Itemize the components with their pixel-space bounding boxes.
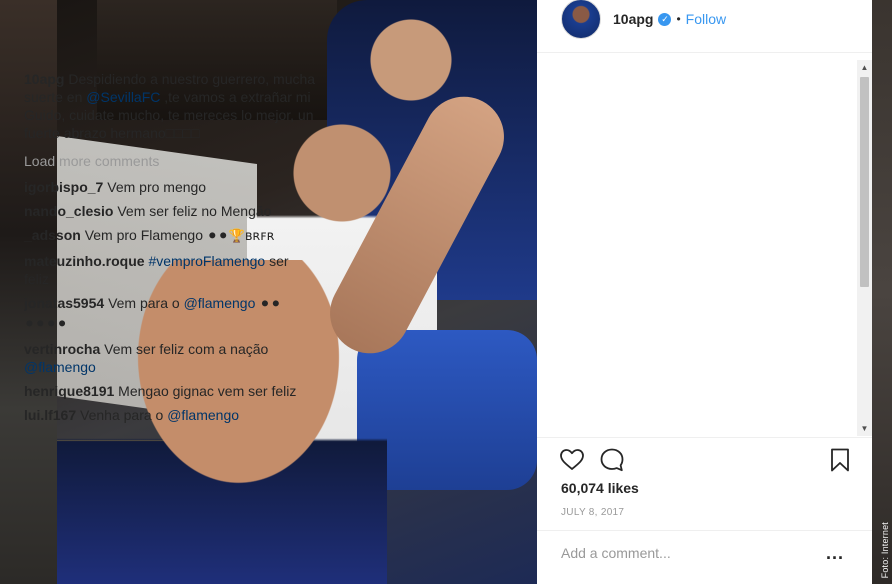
- comment-item: lui.lf167 Venha para o @flamengo: [24, 406, 316, 424]
- scroll-down-arrow-icon[interactable]: ▼: [857, 421, 872, 436]
- comment-item: mateuzinho.roque #vemproFlamengo ser fel…: [24, 252, 316, 288]
- heart-icon[interactable]: [558, 446, 586, 474]
- scroll-up-arrow-icon[interactable]: ▲: [857, 60, 872, 75]
- comments-scrollbar[interactable]: ▲ ▼: [857, 60, 872, 436]
- comment-mention[interactable]: @flamengo: [24, 359, 96, 375]
- follow-button[interactable]: Follow: [686, 11, 726, 27]
- comment-username[interactable]: henrique8191: [24, 383, 114, 399]
- comment-username[interactable]: jonatas5954: [24, 295, 104, 311]
- more-options-button[interactable]: ...: [826, 543, 844, 564]
- comment-username[interactable]: vertinrocha: [24, 341, 100, 357]
- comment-text: Vem ser feliz com a nação: [104, 341, 269, 357]
- comment-text: Venha para o: [80, 407, 168, 423]
- comment-mention[interactable]: @flamengo: [184, 295, 256, 311]
- header-divider: [537, 52, 872, 53]
- comment-text: Vem ser feliz no Mengão: [117, 203, 272, 219]
- comment-item: nando_clesio Vem ser feliz no Mengão: [24, 202, 316, 220]
- scrollbar-thumb[interactable]: [860, 77, 869, 287]
- header-dot-separator: •: [676, 12, 681, 26]
- likes-count[interactable]: 60,074 likes: [561, 480, 639, 496]
- caption-mention[interactable]: @SevillaFC: [86, 89, 160, 105]
- verified-check-icon: ✓: [658, 12, 672, 26]
- comment-username[interactable]: igorbispo_7: [24, 179, 103, 195]
- comment-username[interactable]: nando_clesio: [24, 203, 113, 219]
- post-header: 10apg ✓ • Follow: [537, 0, 872, 39]
- add-comment-divider: [537, 530, 872, 531]
- post-actions: [558, 446, 850, 474]
- comment-hashtag[interactable]: #vemproFlamengo: [148, 253, 265, 269]
- comment-text: Mengao gignac vem ser feliz: [118, 383, 297, 399]
- comment-item: vertinrocha Vem ser feliz com a nação @f…: [24, 340, 316, 376]
- caption: 10apg Despidiendo a nuestro guerrero, mu…: [24, 70, 316, 142]
- bookmark-icon[interactable]: [826, 446, 854, 474]
- comment-text: Vem para o: [108, 295, 184, 311]
- comments-list[interactable]: 10apg Despidiendo a nuestro guerrero, mu…: [24, 70, 316, 436]
- add-comment-input[interactable]: [561, 543, 801, 563]
- photo-credit: Foto: Internet: [880, 521, 890, 578]
- comment-bubble-icon[interactable]: [598, 446, 626, 474]
- comment-text: Vem pro Flamengo: [84, 227, 207, 243]
- comment-item: igorbispo_7 Vem pro mengo: [24, 178, 316, 196]
- avatar[interactable]: [561, 0, 601, 39]
- comment-username[interactable]: lui.lf167: [24, 407, 76, 423]
- comment-username[interactable]: mateuzinho.roque: [24, 253, 145, 269]
- comment-text: Vem pro mengo: [107, 179, 207, 195]
- comment-item: _adsson Vem pro Flamengo ⚫⚫🏆ʙʀꜰʀ: [24, 226, 316, 246]
- actions-divider: [537, 437, 872, 438]
- header-username[interactable]: 10apg: [613, 11, 653, 27]
- post-side-panel: 10apg ✓ • Follow: [537, 0, 872, 584]
- comment-item: jonatas5954 Vem para o @flamengo ⚫⚫ ⚫⚫⚫⚫: [24, 294, 316, 334]
- comment-item: henrique8191 Mengao gignac vem ser feliz: [24, 382, 316, 400]
- load-more-comments-button[interactable]: Load more comments: [24, 152, 316, 170]
- comment-username[interactable]: _adsson: [24, 227, 81, 243]
- post-date: JULY 8, 2017: [561, 507, 625, 518]
- comment-mention[interactable]: @flamengo: [167, 407, 239, 423]
- comment-emoji: ⚫⚫🏆ʙʀꜰʀ: [206, 229, 275, 244]
- caption-username[interactable]: 10apg: [24, 71, 64, 87]
- overlay-backdrop-right[interactable]: [872, 0, 892, 584]
